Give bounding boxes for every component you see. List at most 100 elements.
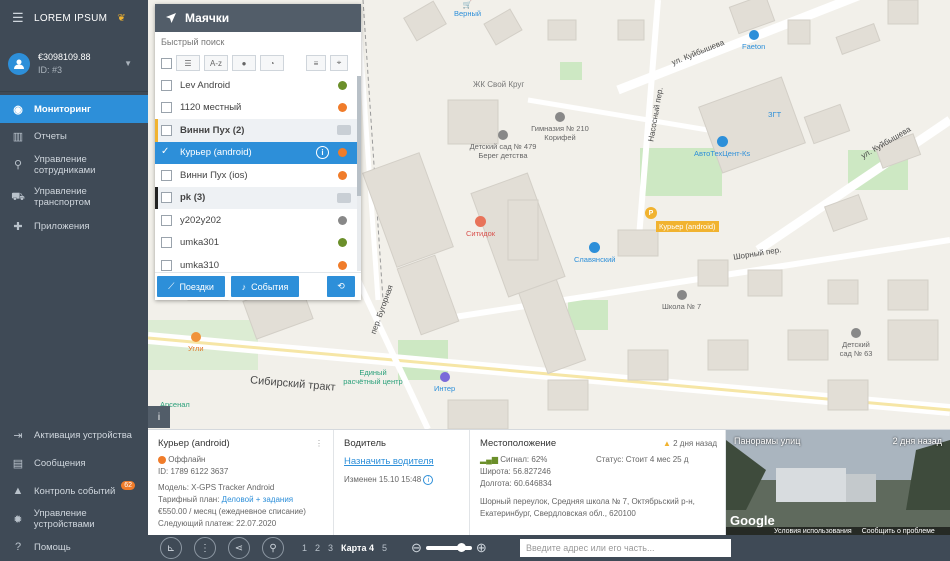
beacon-row[interactable]: Винни Пух (ios) (155, 164, 361, 187)
sort-status-button[interactable]: ● (232, 55, 256, 71)
poi-ugli[interactable]: Угли (188, 332, 204, 353)
nav-item[interactable]: ⇥ Активация устройства (0, 421, 148, 449)
quick-search-input[interactable]: Быстрый поиск (155, 32, 361, 52)
zoom-slider[interactable] (425, 543, 472, 552)
group-message-icon[interactable] (337, 192, 351, 203)
poi-zgt[interactable]: ЗГТ (768, 110, 781, 119)
nav-item[interactable]: ⚲ Управление сотрудниками (0, 149, 148, 181)
list-scrollbar[interactable] (357, 76, 361, 271)
row-checkbox[interactable] (161, 102, 172, 114)
share-icon[interactable]: ⋖ (228, 537, 250, 559)
user-card[interactable]: €3098109.88 ID: #3 ▼ (0, 36, 148, 92)
status-dot-icon (338, 215, 347, 225)
ruler-icon[interactable]: ⊾ (160, 537, 182, 559)
status-dot-icon (338, 170, 347, 180)
row-checkbox[interactable] (161, 124, 172, 136)
poi-gym-210[interactable]: Гимназия № 210 Корифей (530, 112, 590, 142)
chat-icon: ▤ (12, 457, 24, 470)
beacon-group-row[interactable]: Винни Пух (2) (155, 119, 361, 142)
menu-icon[interactable]: ☰ (12, 10, 24, 26)
report-link[interactable]: Сообщить о проблеме (862, 528, 935, 535)
device-model: Модель: X-GPS Tracker Android (158, 483, 275, 492)
nav-item[interactable]: ▥ Отчеты (0, 123, 148, 149)
nav-item[interactable]: ? Помощь (0, 533, 148, 561)
zoom-in-icon[interactable]: ⊕ (476, 540, 487, 556)
filter-settings-button[interactable]: ≡ (306, 55, 326, 71)
page-link[interactable]: 3 (328, 543, 333, 553)
status-dot-icon (338, 103, 347, 113)
row-checkbox[interactable] (161, 214, 172, 226)
nav-item[interactable]: ✚ Приложения (0, 213, 148, 239)
device-status: Оффлайн (158, 454, 323, 466)
panorama-title: Панорамы улиц (734, 436, 801, 446)
user-id: ID: #3 (38, 65, 63, 75)
bottom-toolbar: ⊾ ⋮ ⋖ ⚲ 1 2 3 Карта 4 5 ⊖ ⊕ Введите адрес ил… (148, 535, 950, 561)
terms-link[interactable]: Условия использования (774, 528, 852, 535)
page-link[interactable]: 2 (315, 543, 320, 553)
poi-citydoc[interactable]: Ситидок (466, 216, 495, 238)
sort-az-button[interactable]: A-z (204, 55, 228, 71)
device-name: Курьер (android) (158, 438, 230, 449)
poi-slavyansky[interactable]: Славянский (574, 242, 615, 264)
poi-faeton[interactable]: Faeton (742, 30, 765, 51)
signal-icon: ▂▄▆ (480, 455, 498, 464)
nav-item[interactable]: ▤ Сообщения (0, 449, 148, 477)
beacon-row[interactable]: Lev Android (155, 74, 361, 97)
nav-item-label: Управление устройствами (33, 508, 95, 530)
page-link[interactable]: 1 (302, 543, 307, 553)
poi-school-7[interactable]: Школа № 7 (662, 290, 701, 311)
nav-item[interactable]: ◉ Мониторинг (0, 95, 148, 123)
avatar[interactable] (8, 52, 30, 75)
row-checkbox[interactable] (161, 169, 172, 181)
hospital-icon (475, 216, 487, 227)
list-view-button[interactable]: ☰ (176, 55, 200, 71)
street-panorama[interactable]: Панорамы улиц 2 дня назад Google Условия… (726, 430, 950, 536)
poi-autotech[interactable]: АвтоТехЦент-Кs (694, 136, 750, 158)
poi-verny[interactable]: 🛒 Верный (454, 0, 481, 18)
row-checkbox[interactable] (161, 79, 172, 91)
traffic-light-icon[interactable]: ⋮ (194, 537, 216, 559)
poi-kindergarten-63[interactable]: Детский сад № 63 (836, 328, 876, 358)
nav-item[interactable]: ✹ Управление устройствами (0, 505, 148, 533)
beacon-group-row[interactable]: pk (3) (155, 186, 361, 209)
sort-time-button[interactable]: ◔ (260, 55, 284, 71)
courier-marker[interactable]: P (645, 207, 657, 219)
page-link[interactable]: 5 (382, 543, 387, 553)
events-button[interactable]: ♪ События (231, 276, 299, 297)
tariff-link[interactable]: Деловой + задания (222, 495, 293, 504)
tariff-line: Тарифный план: Деловой + задания (158, 495, 294, 504)
beacon-row[interactable]: 1120 местный (155, 97, 361, 120)
address: Шорный переулок, Средняя школа № 7, Октя… (480, 497, 695, 518)
history-button[interactable]: ⟲ (327, 276, 355, 297)
address-search-input[interactable]: Введите адрес или его часть... (520, 539, 731, 557)
poi-inter[interactable]: Интер (434, 372, 455, 393)
info-icon[interactable]: i (316, 146, 329, 160)
row-checkbox[interactable]: ✓ (161, 147, 172, 158)
beacon-row[interactable]: ✓ Курьер (android) i (155, 141, 361, 164)
login-icon: ⇥ (13, 429, 23, 442)
beacon-row[interactable]: y202y202 (155, 209, 361, 232)
nav-list: ◉ Мониторинг ▥ Отчеты ⚲ Управление сотрудника… (0, 95, 148, 239)
select-all-checkbox[interactable] (161, 57, 172, 69)
row-checkbox[interactable] (161, 237, 172, 249)
page-link[interactable]: Карта 4 (341, 543, 374, 553)
panel-header: Маячки (155, 4, 361, 32)
poi-kindergarten-479[interactable]: Детский сад № 479 Берег детства (468, 130, 538, 160)
map-info-icon[interactable]: i (148, 406, 170, 428)
map-pin-icon[interactable]: ⚲ (262, 537, 284, 559)
locate-button[interactable]: ⌖ (330, 55, 348, 71)
poi-edinyi[interactable]: Единый расчётный центр (343, 368, 403, 386)
trips-button[interactable]: ⟋ Поездки (157, 276, 225, 297)
caret-down-icon[interactable]: ▼ (124, 59, 132, 68)
nav-item[interactable]: ▲ Контроль событий 62 (0, 477, 148, 505)
row-checkbox[interactable] (161, 192, 172, 204)
beacon-row[interactable]: umka301 (155, 232, 361, 255)
group-message-icon[interactable] (337, 125, 351, 136)
info-icon[interactable]: i (423, 475, 434, 485)
zoom-out-icon[interactable]: ⊖ (411, 540, 422, 556)
more-options-icon[interactable]: ⋮ (315, 438, 323, 450)
nav-item[interactable]: ⛟ Управление транспортом (0, 181, 148, 213)
cart-icon (589, 242, 601, 253)
assign-driver-link[interactable]: Назначить водителя (344, 456, 459, 468)
row-checkbox[interactable] (161, 259, 172, 271)
